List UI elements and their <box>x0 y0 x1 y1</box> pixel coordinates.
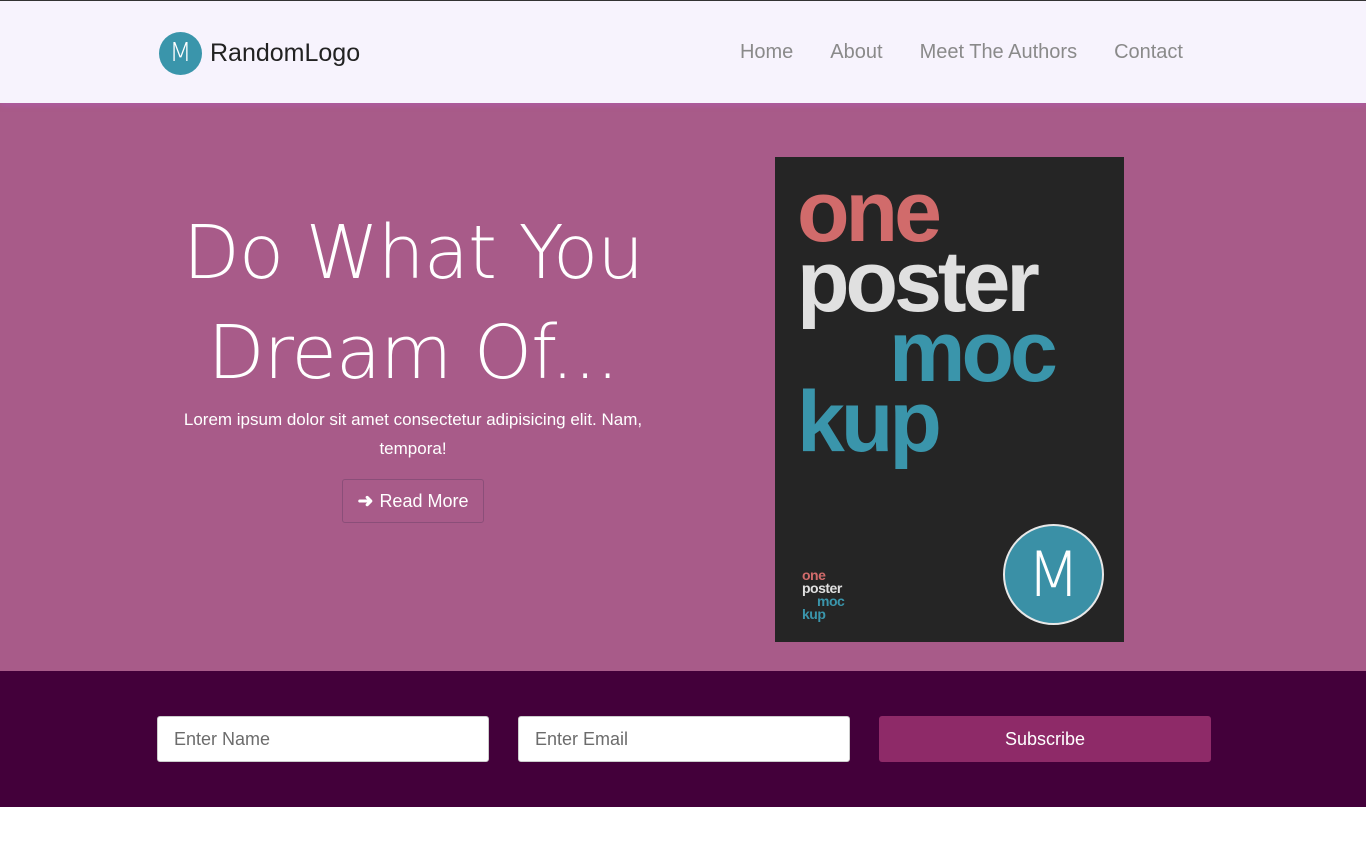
nav-link-meet-the-authors[interactable]: Meet The Authors <box>920 41 1078 64</box>
read-more-label: Read More <box>379 490 469 511</box>
hero-section: Do What You Dream Of... Lorem ipsum dolo… <box>0 103 1366 671</box>
poster-mini-logo: one poster moc kup <box>802 568 845 622</box>
hero-content: Do What You Dream Of... Lorem ipsum dolo… <box>163 203 663 523</box>
hero-title-line1: Do What You <box>182 210 644 296</box>
nav-link-contact[interactable]: Contact <box>1114 41 1183 64</box>
brand-logo-link[interactable]: M RandomLogo <box>159 31 360 75</box>
nav-link-home[interactable]: Home <box>740 41 793 64</box>
logo-icon: M <box>159 31 202 75</box>
subscribe-button[interactable]: Subscribe <box>879 716 1211 762</box>
navbar: M RandomLogo Home About Meet The Authors… <box>0 0 1366 103</box>
poster-word-kup: kup <box>797 374 942 470</box>
name-input[interactable] <box>157 716 489 762</box>
email-input[interactable] <box>518 716 850 762</box>
hero-title-line2: Dream Of... <box>207 310 620 396</box>
nav-link-about[interactable]: About <box>830 41 882 64</box>
brand-name: RandomLogo <box>210 38 361 67</box>
read-more-button[interactable]: ➜ Read More <box>341 479 485 523</box>
subscribe-section: Subscribe <box>0 671 1366 807</box>
hero-title: Do What You Dream Of... <box>163 203 663 403</box>
arrow-right-icon: ➜ <box>357 490 374 512</box>
poster-mockup-image: one poster moc kup one poster moc kup M <box>775 157 1124 642</box>
poster-logo-badge-icon: M <box>1003 524 1104 625</box>
hero-subtitle: Lorem ipsum dolor sit amet consectetur a… <box>183 410 643 458</box>
main-nav: Home About Meet The Authors Contact <box>740 41 1183 64</box>
poster-mini-word-kup: kup <box>802 606 826 622</box>
